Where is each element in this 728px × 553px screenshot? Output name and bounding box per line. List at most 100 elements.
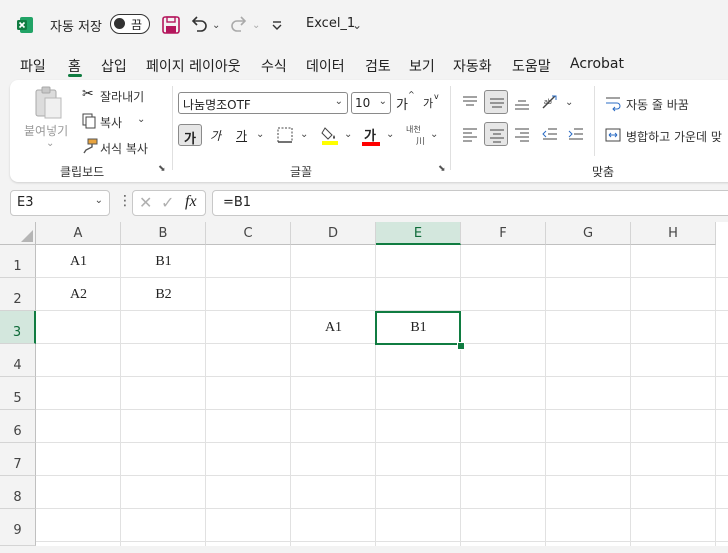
column-header-b[interactable]: B (121, 222, 206, 245)
fill-handle[interactable] (457, 342, 465, 350)
formula-value: =B1 (223, 195, 252, 210)
worksheet-grid[interactable] (0, 222, 728, 546)
menu-home[interactable]: 홈 (68, 56, 81, 76)
decrease-indent-icon[interactable] (540, 124, 560, 144)
italic-button[interactable]: 가 (210, 127, 221, 144)
menu-data[interactable]: 데이터 (306, 56, 345, 76)
align-center-icon (490, 129, 504, 143)
clipboard-launcher-icon[interactable]: ⬊ (158, 164, 166, 174)
column-header-e[interactable]: E (376, 222, 461, 245)
align-right-icon[interactable] (512, 124, 532, 144)
orientation-icon[interactable]: ab (540, 92, 562, 112)
row-header-1[interactable]: 1 (0, 245, 36, 278)
group-separator (450, 86, 451, 170)
menu-view[interactable]: 보기 (409, 56, 435, 76)
paste-label[interactable]: 붙여넣기 (24, 122, 68, 139)
align-middle-button[interactable] (484, 90, 508, 114)
merge-center-label[interactable]: 병합하고 가운데 맞 (626, 128, 722, 145)
underline-dropdown-icon[interactable]: ⌄ (256, 129, 264, 140)
name-box[interactable]: E3 ⌄ (10, 190, 110, 216)
menu-review[interactable]: 검토 (365, 56, 391, 76)
column-header-a[interactable]: A (36, 222, 121, 245)
cut-icon[interactable]: ✂ (82, 86, 94, 102)
wrap-text-label[interactable]: 자동 줄 바꿈 (626, 96, 689, 113)
align-top-icon[interactable] (460, 92, 480, 112)
bold-button[interactable]: 가 (178, 124, 202, 147)
font-size-value: 10 (355, 96, 371, 110)
column-header-h[interactable]: H (631, 222, 716, 245)
customize-qat-icon[interactable] (266, 14, 288, 36)
column-header-g[interactable]: G (546, 222, 631, 245)
autosave-state: 끔 (131, 18, 143, 32)
underline-button[interactable]: 가 (236, 127, 247, 144)
align-bottom-icon[interactable] (512, 92, 532, 112)
cell-a2[interactable]: A2 (36, 287, 121, 303)
copy-icon[interactable] (82, 113, 96, 129)
phonetic-dropdown-icon[interactable]: ⌄ (430, 129, 438, 140)
align-center-button[interactable] (484, 122, 508, 146)
cell-d3[interactable]: A1 (291, 320, 376, 336)
font-name-combo[interactable]: 나눔명조OTF ⌄ (178, 92, 348, 114)
gridlines (0, 222, 728, 546)
menu-file[interactable]: 파일 (20, 56, 46, 76)
font-size-combo[interactable]: 10 ⌄ (351, 92, 391, 114)
formula-input[interactable]: =B1 (212, 190, 728, 216)
cell-b1[interactable]: B1 (121, 254, 206, 270)
enter-icon[interactable]: ✓ (161, 193, 174, 212)
borders-icon[interactable] (276, 126, 294, 144)
insert-function-button[interactable]: fx (185, 193, 197, 211)
cell-b2[interactable]: B2 (121, 287, 206, 303)
font-color-dropdown-icon[interactable]: ⌄ (386, 129, 394, 140)
font-name-dropdown-icon[interactable]: ⌄ (335, 96, 343, 107)
copy-label[interactable]: 복사 (100, 114, 122, 131)
menu-page-layout[interactable]: 페이지 레이아웃 (146, 56, 241, 76)
formula-bar-more-icon[interactable]: ⋮ (118, 193, 132, 209)
merge-center-icon[interactable] (604, 126, 622, 144)
orientation-dropdown-icon[interactable]: ⌄ (565, 97, 573, 108)
shrink-font-button[interactable]: 가 (423, 95, 433, 111)
font-launcher-icon[interactable]: ⬊ (438, 164, 446, 174)
cut-label[interactable]: 잘라내기 (100, 88, 144, 105)
format-painter-label[interactable]: 서식 복사 (100, 140, 148, 157)
file-name[interactable]: Excel_1 (306, 16, 355, 31)
redo-dropdown-icon[interactable]: ⌄ (252, 20, 260, 31)
column-header-d[interactable]: D (291, 222, 376, 245)
row-header-5[interactable]: 5 (0, 377, 36, 410)
borders-dropdown-icon[interactable]: ⌄ (300, 129, 308, 140)
menu-formulas[interactable]: 수식 (261, 56, 287, 76)
undo-icon[interactable] (188, 14, 210, 36)
font-size-dropdown-icon[interactable]: ⌄ (379, 96, 387, 107)
redo-icon[interactable] (228, 14, 250, 36)
row-header-6[interactable]: 6 (0, 410, 36, 443)
align-left-icon[interactable] (460, 124, 480, 144)
menu-acrobat[interactable]: Acrobat (570, 56, 624, 72)
increase-indent-icon[interactable] (566, 124, 586, 144)
undo-dropdown-icon[interactable]: ⌄ (212, 20, 220, 31)
wrap-text-icon[interactable] (604, 94, 622, 112)
name-box-dropdown-icon[interactable]: ⌄ (95, 195, 103, 206)
cell-a1[interactable]: A1 (36, 254, 121, 270)
column-header-c[interactable]: C (206, 222, 291, 245)
row-header-4[interactable]: 4 (0, 344, 36, 377)
save-icon[interactable] (160, 14, 182, 36)
menu-insert[interactable]: 삽입 (101, 56, 127, 76)
paste-icon[interactable] (32, 86, 64, 120)
fill-color-dropdown-icon[interactable]: ⌄ (344, 129, 352, 140)
column-header-f[interactable]: F (461, 222, 546, 245)
paste-dropdown-icon[interactable]: ⌄ (46, 138, 54, 149)
row-header-8[interactable]: 8 (0, 476, 36, 509)
copy-dropdown-icon[interactable]: ⌄ (137, 114, 145, 125)
fill-color-icon[interactable] (320, 124, 340, 146)
menu-automate[interactable]: 자동화 (453, 56, 492, 76)
autosave-toggle[interactable]: 끔 (110, 14, 150, 34)
menu-help[interactable]: 도움말 (512, 56, 551, 76)
grow-font-button[interactable]: 가 (396, 94, 408, 113)
row-header-2[interactable]: 2 (0, 278, 36, 311)
row-header-7[interactable]: 7 (0, 443, 36, 476)
format-painter-icon[interactable] (82, 138, 98, 154)
cancel-icon[interactable]: ✕ (139, 193, 152, 212)
row-header-3[interactable]: 3 (0, 311, 36, 344)
filename-chevron-icon[interactable]: ⌄ (352, 18, 362, 32)
select-all-corner[interactable] (0, 222, 36, 245)
row-header-9[interactable]: 9 (0, 509, 36, 546)
